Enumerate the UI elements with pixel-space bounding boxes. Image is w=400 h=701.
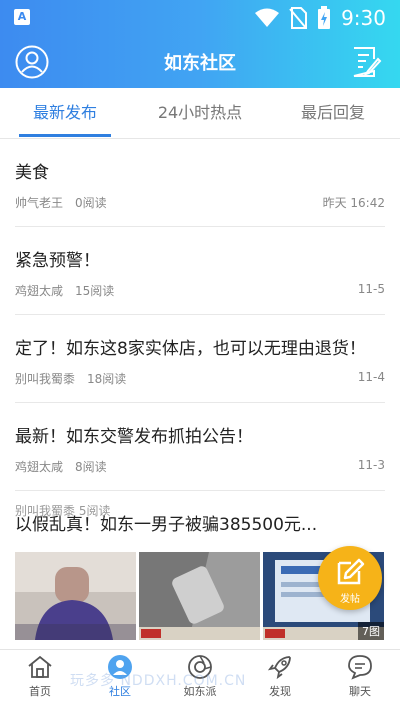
tab-latest[interactable]: 最新发布 [15, 88, 115, 138]
clock: 9:30 [341, 6, 386, 30]
tab-24h-hot[interactable]: 24小时热点 [145, 88, 255, 138]
status-icons: 9:30 [255, 5, 386, 31]
home-icon [28, 655, 52, 678]
battery-charging-icon [318, 6, 331, 29]
rocket-icon [267, 656, 291, 680]
chat-bubble-icon [348, 655, 372, 680]
tab-last-reply[interactable]: 最后回复 [283, 88, 383, 138]
post-title: 定了！如东这8家实体店，也可以无理由退货！ [15, 339, 366, 359]
post-meta: 鸡翅太咸 15阅读 [15, 282, 126, 299]
post-author: 鸡翅太咸 [15, 460, 64, 474]
list-item[interactable]: 紧急预警！ 鸡翅太咸 15阅读 11-5 [15, 227, 385, 315]
new-post-label: 发帖 [340, 594, 360, 605]
nav-chat-label: 聊天 [349, 685, 371, 698]
post-thumbnail[interactable] [15, 552, 136, 640]
post-date: 昨天 16:42 [322, 196, 385, 210]
post-thumbnail[interactable] [139, 552, 260, 640]
post-meta: 别叫我蜀黍 18阅读 [15, 370, 138, 387]
post-title: 紧急预警！ [15, 251, 100, 271]
post-meta: 鸡翅太咸 8阅读 [15, 458, 119, 475]
wifi-icon [255, 8, 280, 27]
post-date: 11-4 [357, 370, 385, 384]
new-post-button[interactable]: 发帖 [318, 546, 382, 610]
list-item[interactable]: 定了！如东这8家实体店，也可以无理由退货！ 别叫我蜀黍 18阅读 11-4 [15, 315, 385, 403]
post-title: 美食 [15, 163, 49, 183]
post-meta-partial: 别叫我蜀黍 5阅读 [15, 504, 111, 518]
app-header: 如东社区 [0, 36, 400, 88]
post-date: 11-5 [357, 282, 385, 296]
app-notification-icon: A [14, 9, 30, 25]
nav-discover[interactable]: 发现 [240, 650, 320, 701]
image-count-badge: 7图 [358, 622, 384, 640]
page-title: 如东社区 [164, 53, 236, 74]
post-author: 别叫我蜀黍 [15, 372, 76, 386]
post-reads: 8阅读 [75, 460, 107, 474]
post-author: 帅气老王 [15, 196, 64, 210]
nav-discover-label: 发现 [269, 685, 291, 698]
compose-icon[interactable] [350, 45, 382, 79]
nav-chat[interactable]: 聊天 [320, 650, 400, 701]
post-title: 最新！如东交警发布抓拍公告！ [15, 427, 253, 447]
post-reads: 0阅读 [75, 196, 107, 210]
nav-home[interactable]: 首页 [0, 650, 80, 701]
list-item[interactable]: 美食 帅气老王 0阅读 昨天 16:42 [15, 139, 385, 227]
post-reads: 18阅读 [87, 372, 127, 386]
post-meta: 帅气老王 0阅读 [15, 194, 119, 211]
no-sim-icon [289, 7, 308, 29]
watermark: 玩多多 NDDXH.COM.CN [70, 673, 247, 689]
post-date: 11-3 [357, 458, 385, 472]
tab-active-indicator [19, 134, 111, 137]
post-reads: 15阅读 [75, 284, 115, 298]
status-bar: A 9:30 [0, 0, 400, 36]
tab-bar: 最新发布 24小时热点 最后回复 [0, 88, 400, 139]
list-item[interactable]: 最新！如东交警发布抓拍公告！ 鸡翅太咸 8阅读 11-3 [15, 403, 385, 491]
nav-home-label: 首页 [29, 685, 51, 698]
post-author: 鸡翅太咸 [15, 284, 64, 298]
edit-icon [337, 558, 365, 585]
